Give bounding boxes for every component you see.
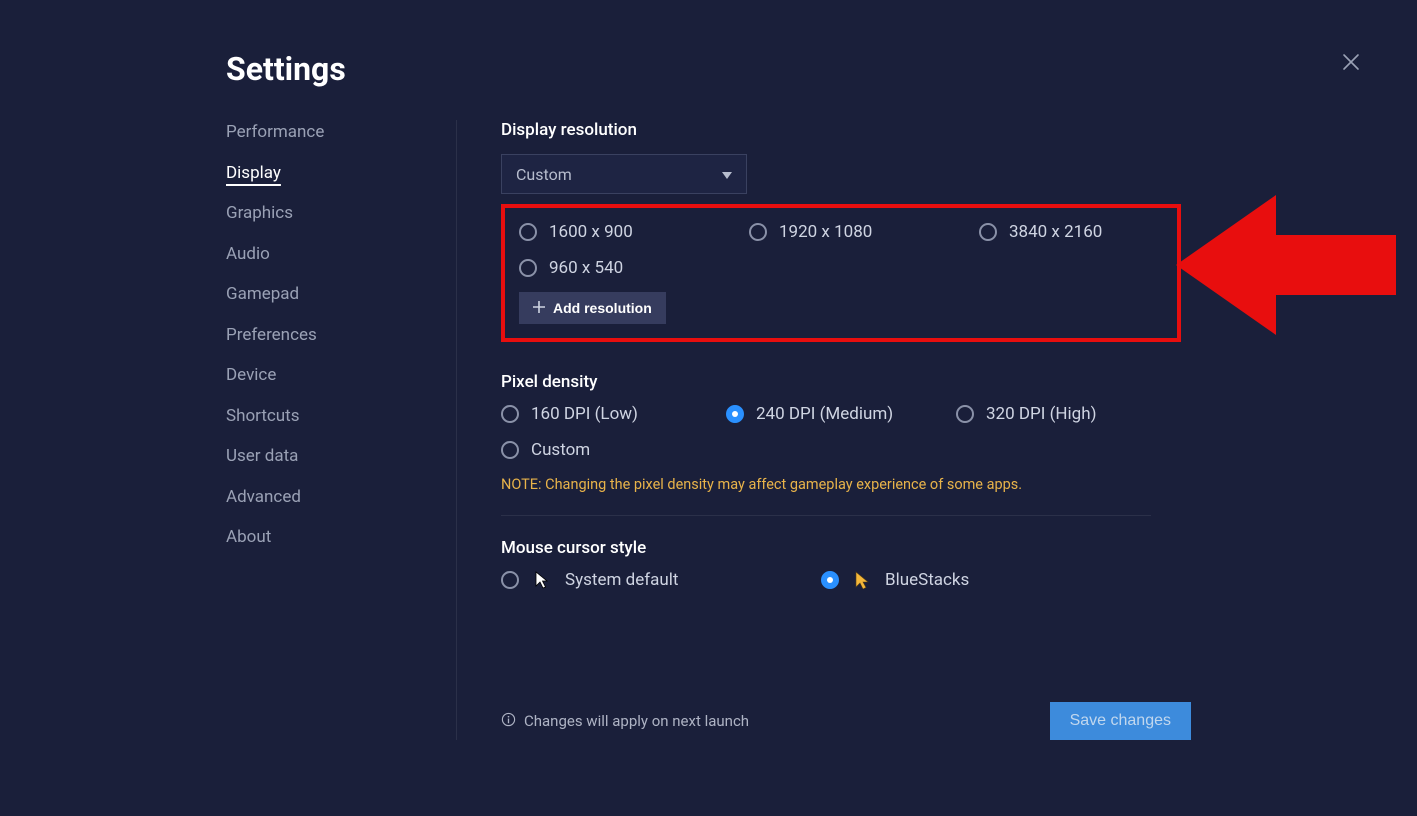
- radio-label: 1600 x 900: [549, 222, 633, 242]
- radio-dpi-160[interactable]: 160 DPI (Low): [501, 404, 726, 424]
- resolution-dropdown-value: Custom: [516, 165, 572, 184]
- radio-label: 960 x 540: [549, 258, 623, 278]
- radio-icon: [956, 405, 974, 423]
- sidebar-item-device[interactable]: Device: [226, 363, 436, 389]
- sidebar-item-user-data[interactable]: User data: [226, 444, 436, 470]
- radio-label: Custom: [531, 440, 590, 460]
- sidebar-item-advanced[interactable]: Advanced: [226, 485, 436, 511]
- add-resolution-button[interactable]: Add resolution: [519, 292, 666, 324]
- resolution-dropdown[interactable]: Custom: [501, 154, 747, 194]
- section-display-resolution: Display resolution: [501, 120, 1396, 140]
- radio-icon: [821, 571, 839, 589]
- radio-icon: [501, 571, 519, 589]
- radio-label: 160 DPI (Low): [531, 404, 638, 424]
- sidebar-item-graphics[interactable]: Graphics: [226, 201, 436, 227]
- radio-resolution-1920x1080[interactable]: 1920 x 1080: [749, 222, 979, 242]
- section-mouse-cursor: Mouse cursor style: [501, 538, 1396, 558]
- sidebar-item-display[interactable]: Display: [226, 161, 436, 187]
- system-cursor-icon: [533, 571, 551, 589]
- radio-dpi-240[interactable]: 240 DPI (Medium): [726, 404, 956, 424]
- radio-cursor-bluestacks[interactable]: BlueStacks: [821, 570, 1141, 590]
- sidebar-item-audio[interactable]: Audio: [226, 242, 436, 268]
- radio-icon: [749, 223, 767, 241]
- bluestacks-cursor-icon: [853, 571, 871, 589]
- radio-label: BlueStacks: [885, 570, 969, 590]
- radio-icon: [519, 259, 537, 277]
- radio-cursor-system-default[interactable]: System default: [501, 570, 821, 590]
- plus-icon: [533, 300, 545, 316]
- info-icon: [501, 712, 516, 731]
- radio-label: System default: [565, 570, 678, 590]
- close-icon[interactable]: [1341, 52, 1361, 76]
- radio-icon: [501, 405, 519, 423]
- radio-label: 1920 x 1080: [779, 222, 872, 242]
- sidebar-item-about[interactable]: About: [226, 525, 436, 551]
- radio-icon: [979, 223, 997, 241]
- radio-icon: [501, 441, 519, 459]
- sidebar-item-performance[interactable]: Performance: [226, 120, 436, 146]
- radio-label: 320 DPI (High): [986, 404, 1097, 424]
- radio-label: 3840 x 2160: [1009, 222, 1102, 242]
- save-changes-button[interactable]: Save changes: [1050, 702, 1191, 740]
- page-title: Settings: [226, 50, 1417, 88]
- radio-resolution-3840x2160[interactable]: 3840 x 2160: [979, 222, 1179, 242]
- radio-resolution-960x540[interactable]: 960 x 540: [519, 258, 749, 278]
- footer-info-text: Changes will apply on next launch: [524, 712, 749, 730]
- pixel-density-note: NOTE: Changing the pixel density may aff…: [501, 476, 1396, 493]
- sidebar-item-preferences[interactable]: Preferences: [226, 323, 436, 349]
- settings-sidebar: Performance Display Graphics Audio Gamep…: [226, 120, 456, 740]
- section-pixel-density: Pixel density: [501, 372, 1396, 392]
- radio-dpi-custom[interactable]: Custom: [501, 440, 726, 460]
- chevron-down-icon: [722, 165, 732, 184]
- radio-resolution-1600x900[interactable]: 1600 x 900: [519, 222, 749, 242]
- radio-icon: [519, 223, 537, 241]
- resolution-options-highlight: 1600 x 900 1920 x 1080 3840 x 2160 960 x…: [501, 204, 1181, 342]
- radio-label: 240 DPI (Medium): [756, 404, 893, 424]
- sidebar-item-gamepad[interactable]: Gamepad: [226, 282, 436, 308]
- section-divider: [501, 515, 1151, 516]
- sidebar-item-shortcuts[interactable]: Shortcuts: [226, 404, 436, 430]
- radio-icon: [726, 405, 744, 423]
- add-resolution-label: Add resolution: [553, 300, 652, 316]
- radio-dpi-320[interactable]: 320 DPI (High): [956, 404, 1156, 424]
